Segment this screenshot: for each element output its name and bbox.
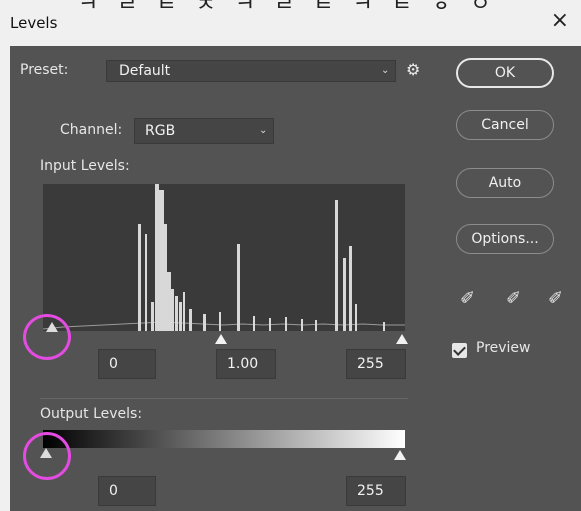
window-title: Levels <box>10 14 58 32</box>
auto-button[interactable]: Auto <box>456 168 554 198</box>
output-black-field[interactable]: 0 <box>98 476 156 506</box>
gear-icon[interactable]: ⚙ <box>406 60 420 79</box>
title-bar: ㅋ ㄹ ㅌ ㅊ ㅋ ㄹ ㅌ ㅋ ㅌ ㅎ ㅇ Levels × <box>0 0 581 52</box>
levels-dialog: Preset: Default ⌄ ⚙ OK Cancel Auto Optio… <box>10 46 581 511</box>
eyedropper-gray-icon[interactable]: ✐ <box>506 288 521 309</box>
input-white-slider[interactable] <box>396 334 408 344</box>
highlight-circle-input <box>23 314 71 360</box>
channel-value: RGB <box>145 123 176 139</box>
preset-label: Preset: <box>20 62 69 78</box>
histogram-graph <box>43 184 405 331</box>
preset-dropdown[interactable]: Default ⌄ <box>106 60 396 82</box>
output-white-slider[interactable] <box>394 450 406 460</box>
output-levels-label: Output Levels: <box>40 406 143 422</box>
chevron-down-icon: ⌄ <box>381 65 390 76</box>
output-white-field[interactable]: 255 <box>346 476 406 506</box>
input-gamma-slider[interactable] <box>215 334 227 344</box>
chevron-down-icon: ⌄ <box>259 125 268 136</box>
ok-button[interactable]: OK <box>456 58 554 88</box>
output-gradient-bar <box>43 430 405 448</box>
preview-label: Preview <box>476 340 531 356</box>
channel-label: Channel: <box>60 122 123 138</box>
eyedropper-white-icon[interactable]: ✐ <box>548 288 563 309</box>
close-icon[interactable]: × <box>551 10 569 32</box>
input-levels-label: Input Levels: <box>40 158 130 174</box>
cancel-button[interactable]: Cancel <box>456 110 554 140</box>
preview-checkbox[interactable] <box>452 343 467 358</box>
eyedropper-black-icon[interactable]: ✐ <box>460 288 475 309</box>
channel-dropdown[interactable]: RGB ⌄ <box>134 118 274 144</box>
input-black-field[interactable]: 0 <box>98 349 156 379</box>
input-gamma-field[interactable]: 1.00 <box>216 349 276 379</box>
input-white-field[interactable]: 255 <box>346 349 406 379</box>
histogram <box>43 184 405 331</box>
partial-header-text: ㅋ ㄹ ㅌ ㅊ ㅋ ㄹ ㅌ ㅋ ㅌ ㅎ ㅇ <box>78 0 497 17</box>
options-button[interactable]: Options... <box>456 224 554 254</box>
separator <box>40 398 408 399</box>
preset-value: Default <box>119 63 171 79</box>
highlight-circle-output <box>23 432 71 480</box>
